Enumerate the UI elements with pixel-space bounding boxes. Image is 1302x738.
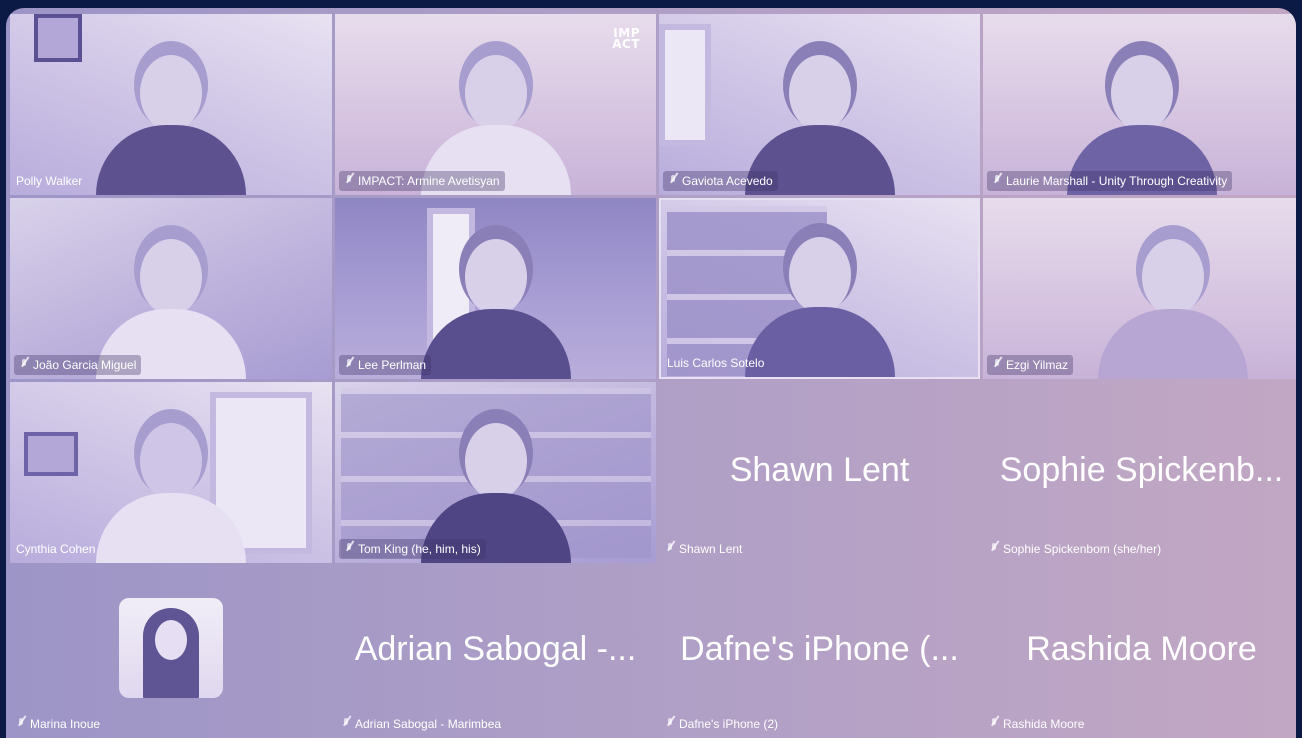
participant-name-label: Tom King (he, him, his) [339,539,486,559]
participant-name-label: Sophie Spickenbom (she/her) [987,539,1166,559]
participant-name-label: Ezgi Yilmaz [987,355,1074,375]
participant-name: Dafne's iPhone (2) [679,717,779,731]
mic-muted-icon [665,543,675,555]
participant-name-label: Luis Carlos Sotelo [665,353,769,373]
participant-tile-gaviota-acevedo[interactable]: Gaviota Acevedo [659,14,980,195]
participant-name: Marina Inoue [30,717,101,731]
participant-name-label: Shawn Lent [663,539,747,559]
participant-tile-lee-perlman[interactable]: Lee Perlman [335,198,656,379]
participant-name: Sophie Spickenbom (she/her) [1003,542,1162,556]
participant-display-name: Rashida Moore [1026,630,1257,669]
participant-display-name: Dafne's iPhone (... [680,630,959,669]
participant-display-name: Shawn Lent [729,450,910,489]
participant-video [96,45,246,195]
participant-name: Ezgi Yilmaz [1006,358,1069,372]
impact-logo: IMP ACT [612,26,640,51]
participant-name-label: João Garcia Miguel [14,355,142,375]
participant-video [1098,229,1249,379]
participant-name: Rashida Moore [1003,717,1085,731]
mic-muted-icon [344,175,354,187]
participant-tile-marina-inoue[interactable]: Marina Inoue [10,566,332,738]
wall-picture [34,14,82,62]
participant-name: João Garcia Miguel [33,358,137,372]
mic-muted-icon [344,543,354,555]
participant-display-name: Adrian Sabogal -... [354,630,637,669]
participant-name: IMPACT: Armine Avetisyan [358,174,500,188]
participant-name: Lee Perlman [358,358,427,372]
participant-name: Laurie Marshall - Unity Through Creativi… [1006,174,1228,188]
participant-name-label: Adrian Sabogal - Marimbea [339,714,506,734]
participant-name-label: Gaviota Acevedo [663,171,778,191]
participant-name: Gaviota Acevedo [682,174,773,188]
participant-tile-adrian-sabogal[interactable]: Adrian Sabogal -... Adrian Sabogal - Mar… [335,566,656,738]
mic-muted-icon [16,718,26,730]
participant-tile-dafnes-iphone[interactable]: Dafne's iPhone (... Dafne's iPhone (2) [659,566,980,738]
participant-tile-shawn-lent[interactable]: Shawn Lent Shawn Lent [659,382,980,563]
wall-picture [24,432,78,476]
gallery-view: Polly Walker IMP ACT IMPACT: Armine Avet… [6,8,1296,738]
mic-muted-icon [989,543,999,555]
mic-muted-icon [989,718,999,730]
mic-muted-icon [344,359,354,371]
mic-muted-icon [992,359,1002,371]
participant-name: Adrian Sabogal - Marimbea [355,717,502,731]
participant-name: Polly Walker [16,174,83,188]
participant-tile-rashida-moore[interactable]: Rashida Moore Rashida Moore [983,566,1296,738]
mic-muted-icon [992,175,1002,187]
participant-name-label: Dafne's iPhone (2) [663,714,783,734]
participant-name-label: Laurie Marshall - Unity Through Creativi… [987,171,1233,191]
participant-tile-polly-walker[interactable]: Polly Walker [10,14,332,195]
participant-tile-tom-king[interactable]: Tom King (he, him, his) [335,382,656,563]
participant-name: Shawn Lent [679,542,743,556]
participant-video [420,229,571,379]
mic-muted-icon [341,718,351,730]
participant-tile-ezgi-yilmaz[interactable]: Ezgi Yilmaz [983,198,1296,379]
participant-name-label: Lee Perlman [339,355,432,375]
mic-muted-icon [665,718,675,730]
mic-muted-icon [668,175,678,187]
participant-name: Tom King (he, him, his) [358,542,481,556]
participant-display-name: Sophie Spickenb... [999,450,1284,489]
participant-name-label: Polly Walker [14,171,87,191]
participant-tile-sophie-spickenbom[interactable]: Sophie Spickenb... Sophie Spickenbom (sh… [983,382,1296,563]
participant-tile-laurie-marshall[interactable]: Laurie Marshall - Unity Through Creativi… [983,14,1296,195]
participant-tile-armine-avetisyan[interactable]: IMP ACT IMPACT: Armine Avetisyan [335,14,656,195]
participant-grid: Polly Walker IMP ACT IMPACT: Armine Avet… [10,14,1296,738]
participant-name-label: IMPACT: Armine Avetisyan [339,171,505,191]
participant-name-label: Cynthia Cohen [14,539,100,559]
participant-name: Cynthia Cohen [16,542,96,556]
participant-name-label: Marina Inoue [14,714,105,734]
mic-muted-icon [19,359,29,371]
participant-tile-cynthia-cohen[interactable]: Cynthia Cohen [10,382,332,563]
avatar [119,598,223,698]
participant-name: Luis Carlos Sotelo [667,356,765,370]
participant-name-label: Rashida Moore [987,714,1089,734]
participant-tile-joao-garcia-miguel[interactable]: João Garcia Miguel [10,198,332,379]
background-window [659,24,711,146]
participant-tile-luis-carlos-sotelo[interactable]: Luis Carlos Sotelo [659,198,980,379]
participant-video [96,413,246,563]
